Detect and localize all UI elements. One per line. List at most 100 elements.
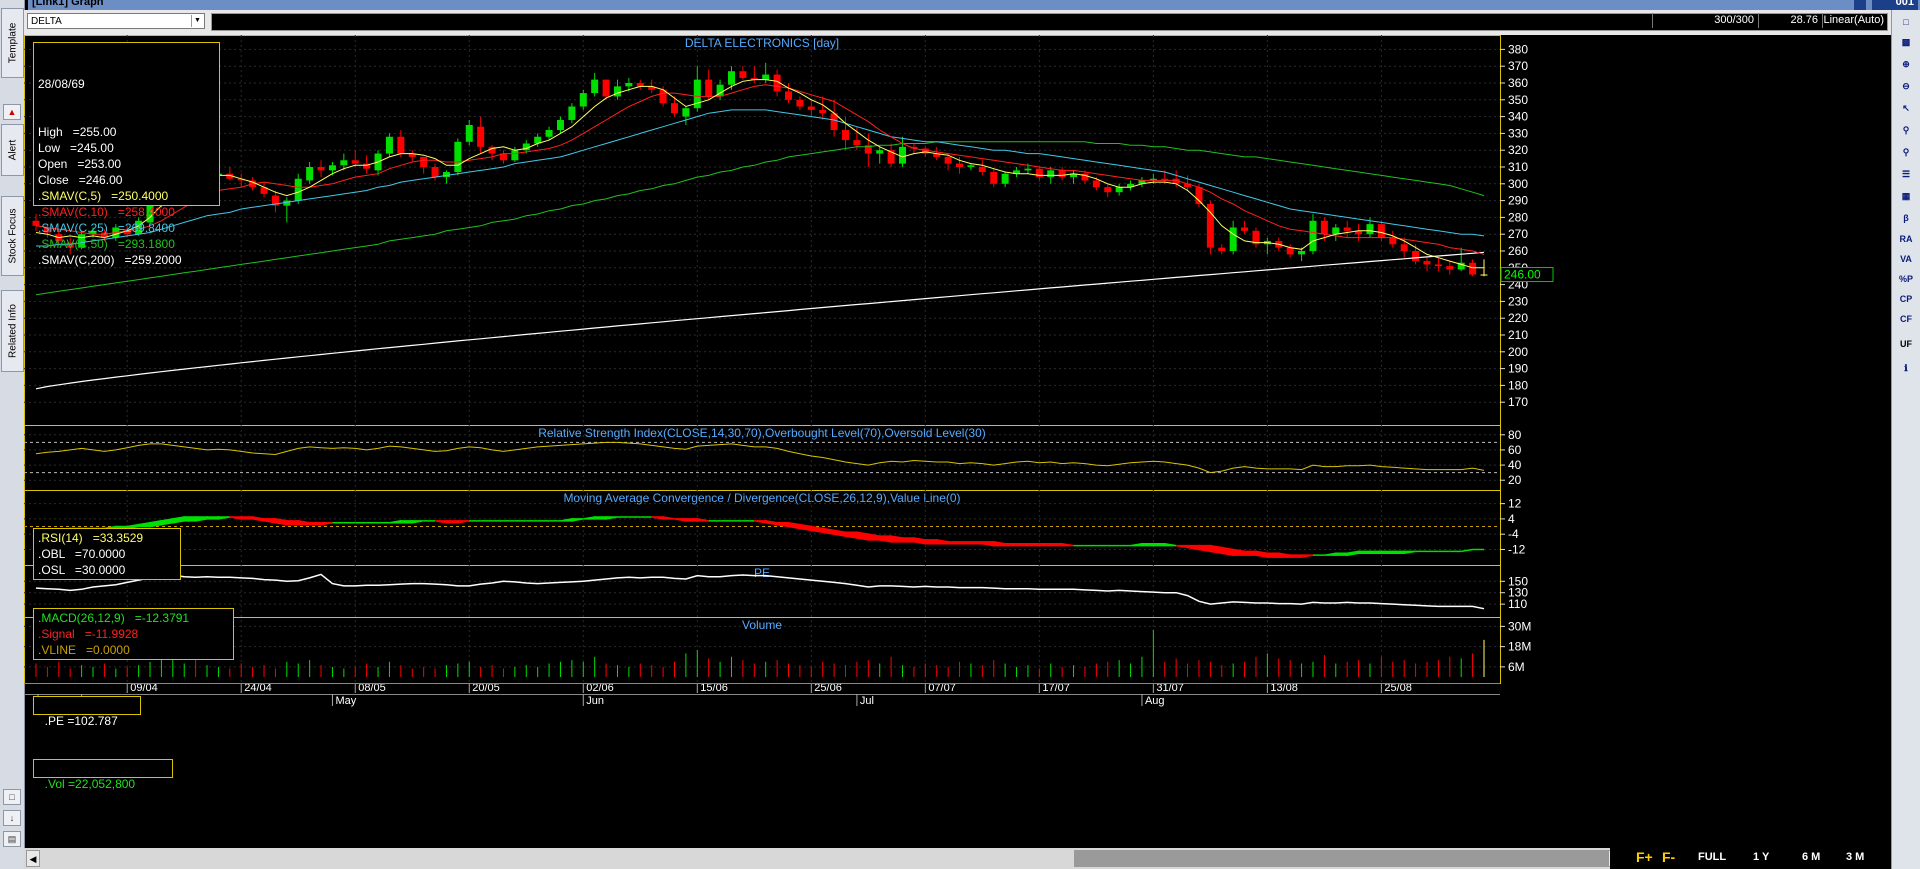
candle-body bbox=[956, 163, 964, 167]
va-button[interactable]: VA bbox=[1895, 251, 1917, 267]
download-icon[interactable]: ↓ bbox=[3, 810, 21, 826]
candle-body bbox=[1377, 224, 1385, 238]
period-full[interactable]: FULL bbox=[1698, 851, 1726, 863]
macd-fill bbox=[411, 520, 424, 524]
chart-canvas[interactable]: 1701801902002102202302402502602702802903… bbox=[24, 35, 1891, 848]
macd-fill bbox=[1232, 548, 1246, 556]
macd-fill bbox=[160, 518, 174, 526]
ra-button[interactable]: RA bbox=[1895, 231, 1917, 247]
macd-fill bbox=[1357, 550, 1371, 555]
last-value: 28.76 bbox=[1758, 13, 1822, 28]
macd-fill bbox=[833, 529, 847, 537]
macd-fill bbox=[1461, 548, 1473, 553]
tab-stock-focus[interactable]: Stock Focus bbox=[1, 196, 24, 276]
rsi_info-line: .RSI(14) =33.3529 bbox=[38, 530, 176, 546]
scroll-thumb[interactable] bbox=[1074, 850, 1618, 867]
y-tick-label: 30M bbox=[1508, 619, 1531, 633]
zoom-in-f-icon[interactable]: F+ bbox=[1636, 849, 1653, 865]
cf-button[interactable]: CF bbox=[1895, 311, 1917, 327]
macd-fill bbox=[240, 516, 254, 520]
macd-fill bbox=[320, 521, 333, 526]
macd-fill bbox=[947, 541, 961, 545]
panel-frame bbox=[24, 35, 1501, 426]
ohlc-info-box: 28/08/69 High =255.00 Low =245.00 Open =25… bbox=[33, 42, 220, 267]
candle-body bbox=[727, 71, 735, 85]
candle-body bbox=[1400, 244, 1408, 251]
y-tick-label: 310 bbox=[1508, 160, 1528, 174]
info-value: =258.4000 bbox=[117, 205, 175, 219]
tab-template[interactable]: Template bbox=[1, 8, 24, 78]
y-tick-label: 260 bbox=[1508, 244, 1528, 258]
panel-title: DELTA ELECTRONICS [day] bbox=[685, 36, 839, 50]
chart-icon[interactable]: ▦ bbox=[1895, 188, 1917, 204]
macd-fill bbox=[1289, 554, 1303, 558]
candle-body bbox=[1195, 187, 1203, 204]
macd-fill bbox=[194, 516, 208, 522]
symbol-select[interactable]: DELTA ▼ bbox=[27, 13, 205, 29]
period-3m[interactable]: 3 M bbox=[1846, 851, 1864, 863]
note-icon[interactable]: □ bbox=[3, 789, 21, 805]
alert-icon[interactable]: ▲ bbox=[3, 104, 21, 120]
copy-icon[interactable]: ▩ bbox=[1895, 34, 1917, 50]
macd-fill bbox=[662, 516, 675, 520]
macd-fill bbox=[1392, 550, 1405, 555]
y-tick-label: 12 bbox=[1508, 497, 1522, 511]
candle-body bbox=[340, 160, 348, 166]
percent-p-button[interactable]: %P bbox=[1895, 271, 1917, 287]
candle-body bbox=[1434, 264, 1442, 267]
tab-stock-focus-label: Stock Focus bbox=[7, 208, 18, 264]
y-tick-label: 280 bbox=[1508, 210, 1528, 224]
macd-fill bbox=[1176, 544, 1189, 549]
list-icon[interactable]: ☰ bbox=[1895, 166, 1917, 182]
macd-fill bbox=[1209, 544, 1223, 555]
panel-title: Moving Average Convergence / Divergence(… bbox=[563, 491, 960, 505]
month-label: Jun bbox=[586, 695, 604, 707]
tab-alert[interactable]: Alert bbox=[1, 124, 24, 176]
scroll-left-icon[interactable]: ◀ bbox=[26, 850, 40, 867]
chevron-down-icon[interactable]: ▼ bbox=[191, 15, 203, 27]
chart-area[interactable]: 1701801902002102202302402502602702802903… bbox=[24, 35, 1891, 853]
cp-button[interactable]: CP bbox=[1895, 291, 1917, 307]
zoom-out-f-icon[interactable]: F- bbox=[1662, 849, 1675, 865]
y-tick-label: 290 bbox=[1508, 194, 1528, 208]
zoom-out-icon[interactable]: ⚲ bbox=[1895, 144, 1917, 160]
candle-body bbox=[625, 83, 633, 87]
macd-fill bbox=[856, 531, 870, 541]
macd-fill bbox=[787, 521, 801, 530]
window-titlebar: [Link1] Graph 001 bbox=[28, 0, 1920, 10]
window-corner: 001 bbox=[1872, 0, 1918, 10]
candle-body bbox=[613, 86, 621, 97]
left-side-tabs: Template ▲ Alert Stock Focus Related Inf… bbox=[0, 0, 25, 869]
remove-icon[interactable]: ⊖ bbox=[1895, 78, 1917, 94]
candle-body bbox=[1412, 251, 1420, 262]
macd-fill bbox=[251, 516, 265, 522]
pointer-icon[interactable]: ↖ bbox=[1895, 100, 1917, 116]
macd_info-label: .MACD(26,12,9) bbox=[38, 611, 125, 625]
uf-button[interactable]: UF bbox=[1895, 336, 1917, 352]
sma5-line bbox=[35, 79, 1484, 269]
window-title: [Link1] Graph bbox=[32, 0, 104, 8]
page-icon[interactable]: □ bbox=[1895, 14, 1917, 30]
candle-body bbox=[819, 109, 827, 114]
macd-fill bbox=[1369, 550, 1383, 555]
period-1y[interactable]: 1 Y bbox=[1753, 851, 1769, 863]
tab-related-info[interactable]: Related Info bbox=[1, 290, 24, 372]
candle-body bbox=[1229, 227, 1237, 251]
scale-mode[interactable]: Linear(Auto) bbox=[1822, 13, 1888, 28]
tab-related-info-label: Related Info bbox=[7, 304, 18, 358]
y-tick-label: -12 bbox=[1508, 542, 1526, 556]
layout-icon[interactable]: ▤ bbox=[3, 831, 21, 847]
macd-fill bbox=[1346, 550, 1360, 557]
window-button[interactable] bbox=[1854, 0, 1866, 10]
zoom-in-icon[interactable]: ⚲ bbox=[1895, 122, 1917, 138]
candle-body bbox=[1241, 227, 1249, 231]
pe-label: .PE bbox=[44, 714, 65, 728]
period-6m[interactable]: 6 M bbox=[1802, 851, 1820, 863]
info-icon[interactable]: ℹ bbox=[1895, 360, 1917, 376]
add-icon[interactable]: ⊕ bbox=[1895, 56, 1917, 72]
beta-icon[interactable]: β bbox=[1895, 210, 1917, 226]
info-value: =255.00 bbox=[72, 125, 117, 139]
candle-body bbox=[545, 130, 553, 137]
top-info-bar bbox=[211, 13, 1888, 31]
macd-fill bbox=[696, 518, 709, 522]
